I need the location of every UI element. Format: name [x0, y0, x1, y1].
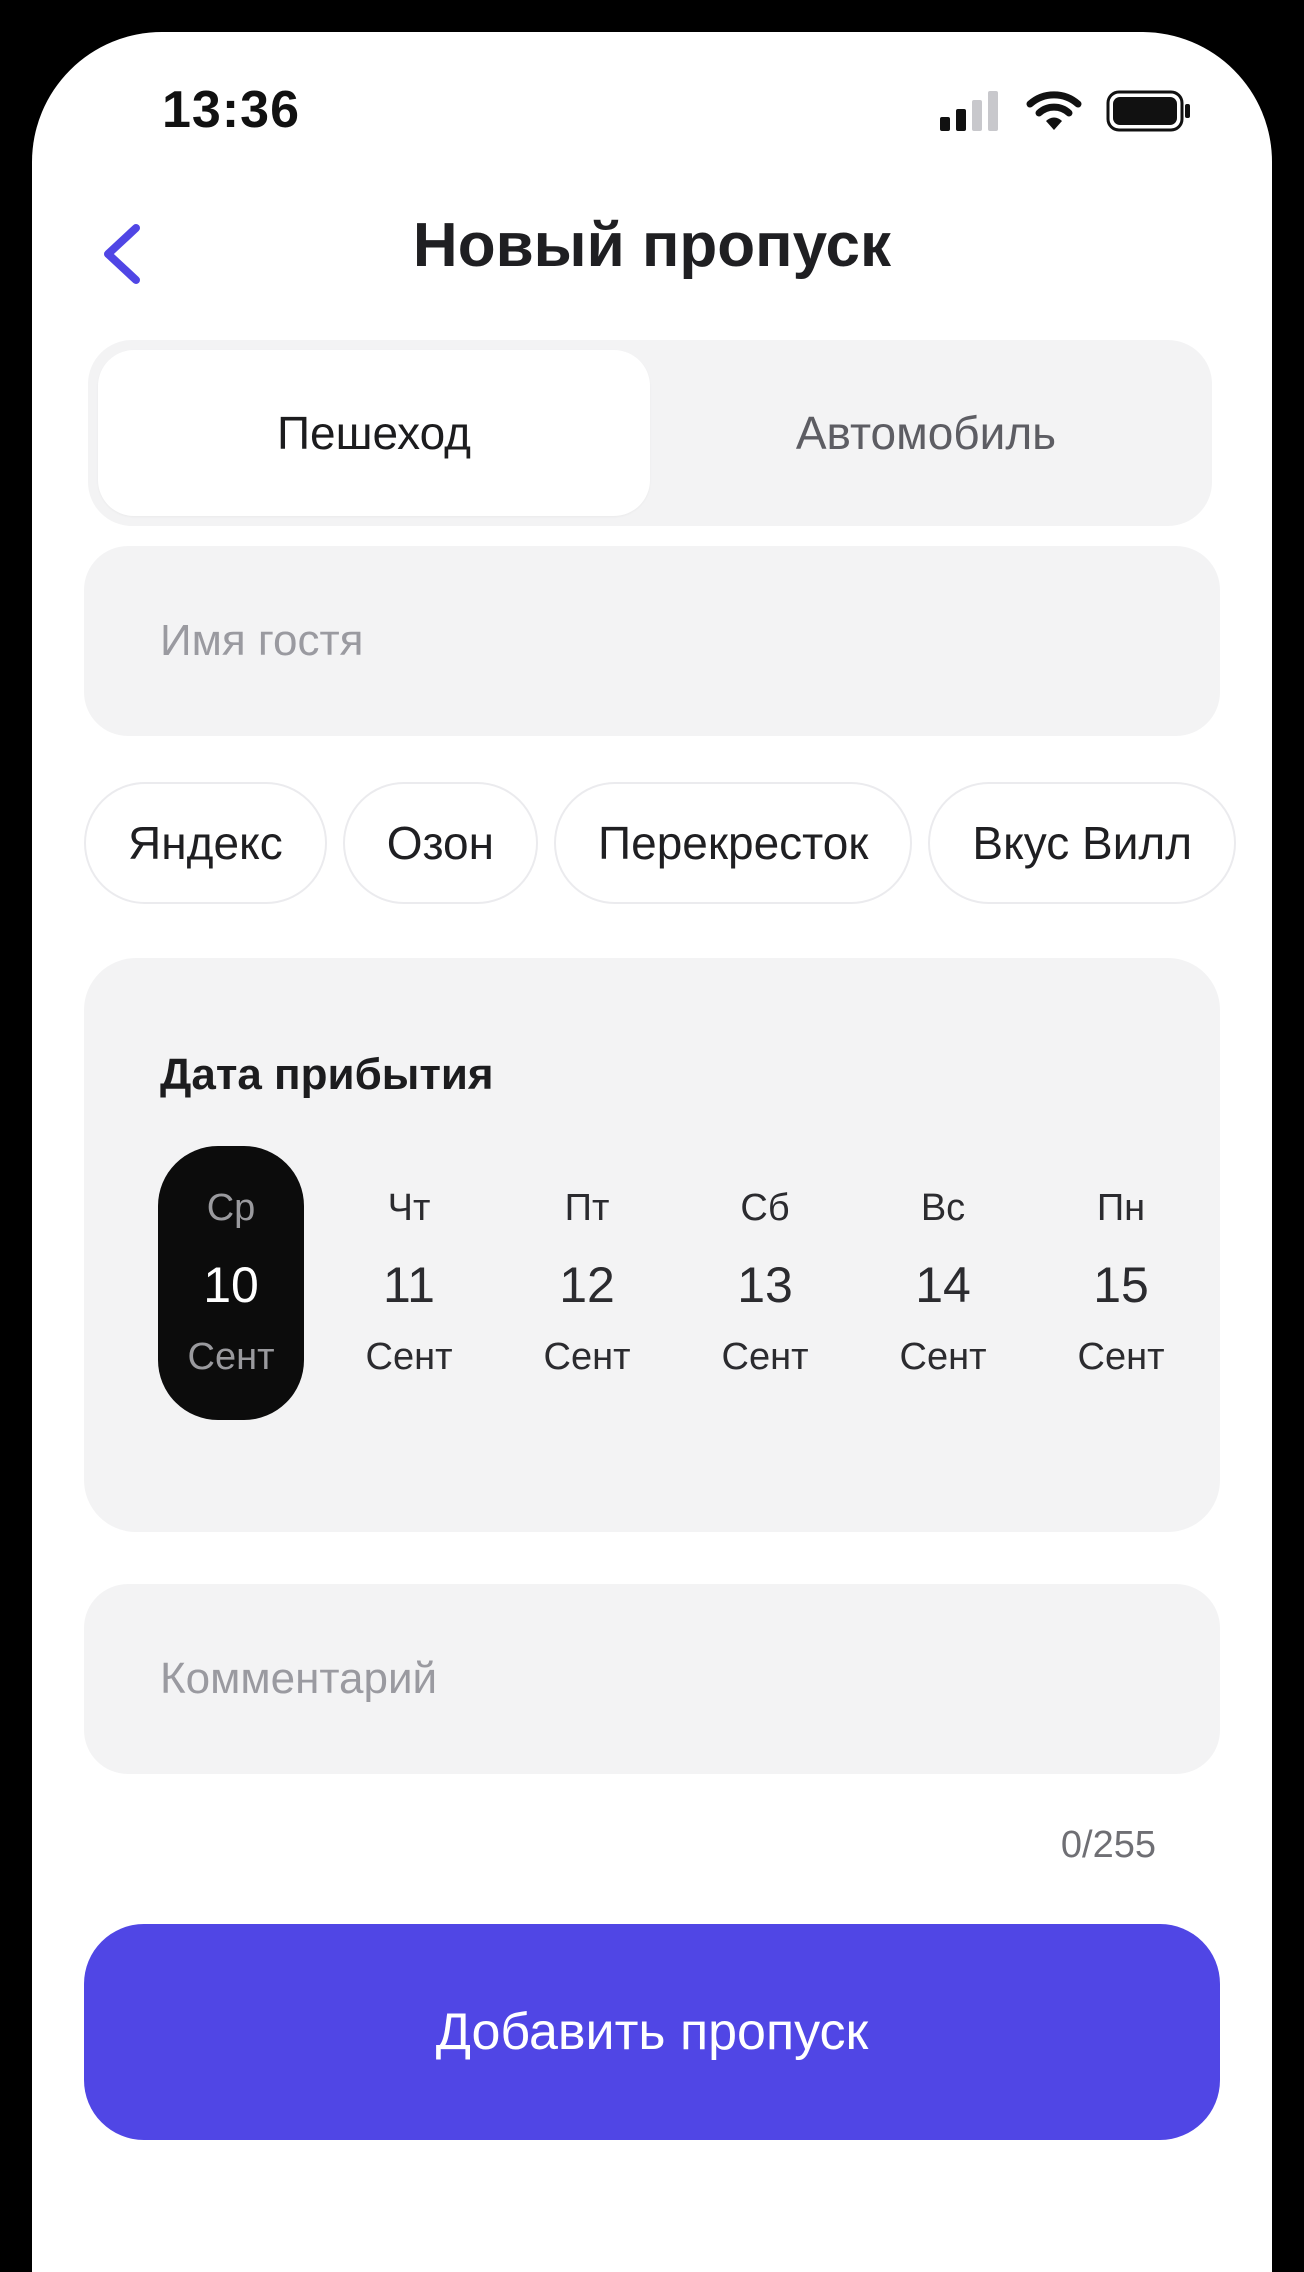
- tab-pedestrian[interactable]: Пешеход: [98, 350, 650, 516]
- date-month: Сент: [543, 1336, 631, 1378]
- date-weekday: Чт: [387, 1187, 431, 1229]
- wifi-icon: [1026, 91, 1082, 130]
- date-month: Сент: [1077, 1336, 1165, 1378]
- guest-name-input[interactable]: Имя гостя: [84, 546, 1220, 736]
- date-number: 13: [737, 1257, 793, 1313]
- date-weekday: Вс: [920, 1187, 966, 1229]
- chip-ozon[interactable]: Озон: [342, 782, 539, 904]
- page-title: Новый пропуск: [412, 211, 892, 280]
- status-time: 13:36: [162, 81, 300, 139]
- comment-char-counter: 0/255: [1060, 1824, 1156, 1866]
- arrival-date-label: Дата прибытия: [160, 1050, 494, 1099]
- status-icons: [940, 90, 1192, 132]
- date-number: 10: [203, 1257, 259, 1313]
- date-month: Сент: [899, 1336, 987, 1378]
- date-option[interactable]: Сб 13 Сент: [692, 1146, 838, 1420]
- date-month: Сент: [721, 1336, 809, 1378]
- date-number: 15: [1093, 1257, 1149, 1313]
- date-number: 11: [383, 1257, 435, 1313]
- date-number: 14: [915, 1257, 971, 1313]
- chip-vkusvill[interactable]: Вкус Вилл: [928, 782, 1237, 904]
- phone-screen: 13:36 Новый пропуск Пешеход Автомобиль И…: [32, 32, 1272, 2272]
- arrival-date-panel: Дата прибытия Ср 10 Сент Чт 11 Сент Пт 1…: [84, 958, 1220, 1532]
- date-option[interactable]: Чт 11 Сент: [336, 1146, 482, 1420]
- date-option[interactable]: Вс 14 Сент: [870, 1146, 1016, 1420]
- pass-type-segmented-control: Пешеход Автомобиль: [88, 340, 1212, 526]
- date-option[interactable]: Пт 12 Сент: [514, 1146, 660, 1420]
- add-pass-button[interactable]: Добавить пропуск: [84, 1924, 1220, 2140]
- battery-icon: [1106, 90, 1190, 132]
- chip-perekrestok[interactable]: Перекресток: [554, 782, 913, 904]
- comment-input[interactable]: Комментарий: [84, 1584, 1220, 1774]
- date-option[interactable]: Ср 10 Сент: [158, 1146, 304, 1420]
- quick-chips-row: Яндекс Озон Перекресток Вкус Вилл: [84, 782, 1272, 908]
- date-month: Сент: [365, 1336, 453, 1378]
- date-weekday: Пн: [1096, 1187, 1146, 1229]
- date-weekday: Пт: [564, 1187, 610, 1229]
- date-weekday: Сб: [740, 1187, 790, 1229]
- date-option[interactable]: Пн 15 Сент: [1048, 1146, 1194, 1420]
- chip-yandex[interactable]: Яндекс: [84, 782, 327, 904]
- date-number: 12: [559, 1257, 615, 1313]
- date-month: Сент: [187, 1336, 275, 1378]
- tab-car[interactable]: Автомобиль: [650, 350, 1202, 516]
- cellular-signal-icon: [940, 91, 998, 131]
- date-picker: Ср 10 Сент Чт 11 Сент Пт 12 Сент Сб 13 С…: [158, 1146, 1194, 1420]
- date-weekday: Ср: [206, 1187, 256, 1229]
